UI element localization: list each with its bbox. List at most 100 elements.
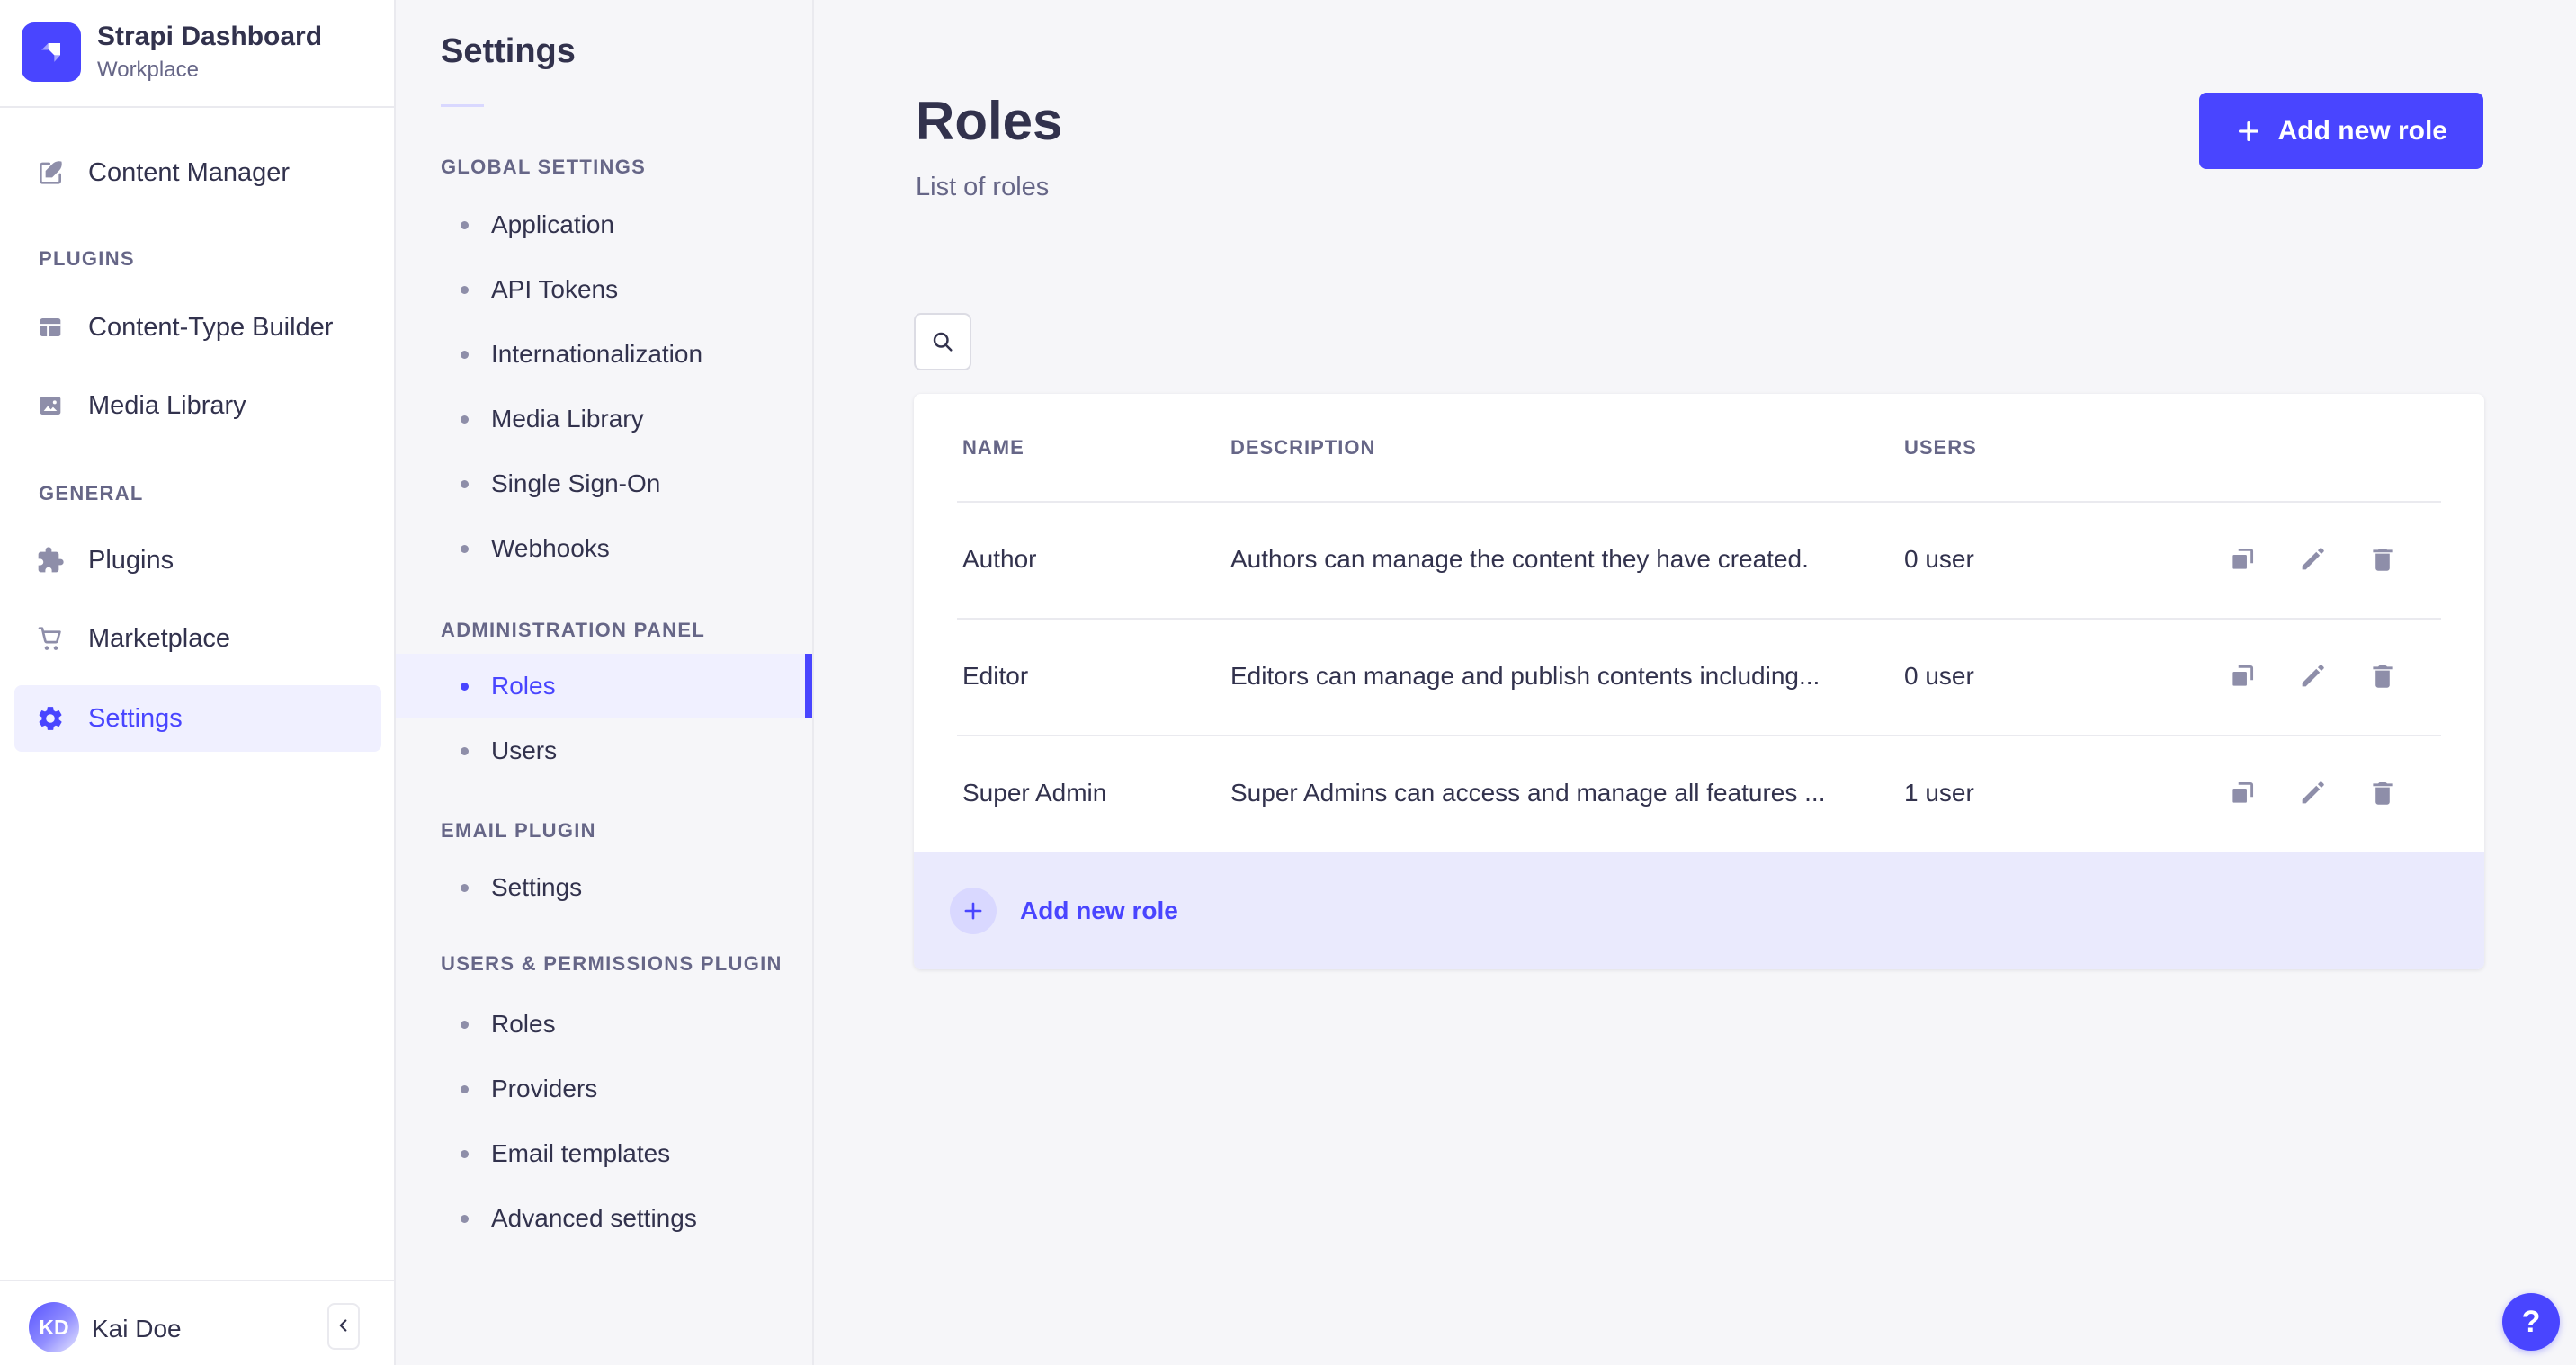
bullet-icon <box>461 1149 469 1158</box>
column-header-users: USERS <box>1904 435 1977 459</box>
table-row-author[interactable]: Author Authors can manage the content th… <box>914 501 2484 618</box>
pencil-icon <box>2297 661 2328 691</box>
search-button[interactable] <box>914 313 971 370</box>
gear-icon <box>36 704 65 733</box>
plus-icon <box>2235 118 2262 145</box>
main-content: Roles List of roles Add new role NAME DE… <box>814 0 2576 1365</box>
subnav-section-email-plugin: EMAIL PLUGIN <box>441 819 596 842</box>
bullet-icon <box>461 479 469 488</box>
table-header-row: NAME DESCRIPTION USERS <box>914 394 2484 501</box>
sidebar-item-label: Content Manager <box>88 157 291 187</box>
add-new-role-button[interactable]: Add new role <box>2198 93 2483 169</box>
table-row-editor[interactable]: Editor Editors can manage and publish co… <box>914 618 2484 735</box>
subnav-item-single-sign-on[interactable]: Single Sign-On <box>396 451 812 516</box>
bullet-icon <box>461 1214 469 1223</box>
delete-role-button[interactable] <box>2366 777 2399 809</box>
subnav-item-users[interactable]: Users <box>396 718 812 783</box>
bullet-icon <box>461 1020 469 1029</box>
subnav-item-email-settings[interactable]: Settings <box>396 855 812 920</box>
edit-role-button[interactable] <box>2296 777 2329 809</box>
sidebar-item-label: Marketplace <box>88 623 230 653</box>
trash-icon <box>2367 544 2398 575</box>
sidebar-section-general: GENERAL <box>39 482 144 504</box>
trash-icon <box>2367 778 2398 808</box>
app-title: Strapi Dashboard <box>97 22 323 51</box>
table-footer-add-new-role[interactable]: Add new role <box>914 852 2484 969</box>
trash-icon <box>2367 661 2398 691</box>
collapse-sidebar-button[interactable] <box>327 1303 360 1350</box>
sidebar-item-content-manager[interactable]: Content Manager <box>14 139 381 206</box>
settings-subnav: Settings GLOBAL SETTINGS Application API… <box>396 0 814 1365</box>
subnav-item-email-templates[interactable]: Email templates <box>396 1121 812 1186</box>
strapi-logo-icon <box>22 22 81 82</box>
bullet-icon <box>461 746 469 755</box>
duplicate-role-button[interactable] <box>2226 777 2258 809</box>
subnav-section-users-permissions: USERS & PERMISSIONS PLUGIN <box>441 952 783 975</box>
bullet-icon <box>461 220 469 229</box>
pencil-icon <box>2297 778 2328 808</box>
subnav-item-advanced-settings[interactable]: Advanced settings <box>396 1186 812 1251</box>
workspace-switcher[interactable]: Strapi Dashboard Workplace <box>22 22 322 83</box>
user-avatar[interactable]: KD <box>29 1302 79 1352</box>
subnav-item-webhooks[interactable]: Webhooks <box>396 516 812 581</box>
duplicate-role-button[interactable] <box>2226 543 2258 575</box>
divider <box>441 104 484 107</box>
pencil-icon <box>2297 544 2328 575</box>
table-row-super-admin[interactable]: Super Admin Super Admins can access and … <box>914 735 2484 852</box>
edit-role-button[interactable] <box>2296 543 2329 575</box>
subnav-section-administration-panel: ADMINISTRATION PANEL <box>441 619 706 641</box>
sidebar-item-label: Media Library <box>88 390 246 420</box>
subnav-item-application[interactable]: Application <box>396 192 812 257</box>
puzzle-icon <box>36 546 65 575</box>
question-mark-icon: ? <box>2521 1304 2541 1339</box>
delete-role-button[interactable] <box>2366 660 2399 692</box>
bullet-icon <box>461 883 469 892</box>
bullet-icon <box>461 350 469 359</box>
subnav-item-providers[interactable]: Providers <box>396 1057 812 1121</box>
workspace-name: Workplace <box>97 58 199 82</box>
divider <box>0 106 394 108</box>
page-title: Roles <box>916 91 1063 151</box>
column-header-description: DESCRIPTION <box>1230 435 1376 459</box>
bullet-icon <box>461 682 469 691</box>
feather-square-icon <box>36 158 65 187</box>
sidebar-item-marketplace[interactable]: Marketplace <box>14 605 381 672</box>
subnav-section-global-settings: GLOBAL SETTINGS <box>441 156 647 178</box>
plus-circle-icon <box>950 887 997 934</box>
copy-icon <box>2227 661 2258 691</box>
copy-icon <box>2227 544 2258 575</box>
subnav-item-roles-admin[interactable]: Roles <box>396 654 812 718</box>
help-button[interactable]: ? <box>2502 1293 2560 1351</box>
sidebar-item-content-type-builder[interactable]: Content-Type Builder <box>14 294 381 361</box>
chevron-left-icon <box>334 1316 353 1338</box>
column-header-name: NAME <box>962 435 1024 459</box>
sidebar-item-media-library[interactable]: Media Library <box>14 372 381 439</box>
delete-role-button[interactable] <box>2366 543 2399 575</box>
image-icon <box>36 391 65 420</box>
bullet-icon <box>461 415 469 424</box>
bullet-icon <box>461 544 469 553</box>
layout-grid-icon <box>36 313 65 342</box>
duplicate-role-button[interactable] <box>2226 660 2258 692</box>
subnav-item-api-tokens[interactable]: API Tokens <box>396 257 812 322</box>
sidebar-item-settings[interactable]: Settings <box>14 685 381 752</box>
copy-icon <box>2227 778 2258 808</box>
edit-role-button[interactable] <box>2296 660 2329 692</box>
bullet-icon <box>461 285 469 294</box>
user-name: Kai Doe <box>92 1315 182 1343</box>
subnav-item-roles-up[interactable]: Roles <box>396 992 812 1057</box>
subnav-item-media-library[interactable]: Media Library <box>396 387 812 451</box>
subnav-item-internationalization[interactable]: Internationalization <box>396 322 812 387</box>
bullet-icon <box>461 1084 469 1093</box>
sidebar-item-label: Settings <box>88 703 183 733</box>
subnav-title: Settings <box>441 32 576 70</box>
cart-icon <box>36 624 65 653</box>
divider <box>0 1280 394 1281</box>
roles-table: NAME DESCRIPTION USERS Author Authors ca… <box>914 394 2484 969</box>
sidebar-section-plugins: PLUGINS <box>39 247 135 270</box>
sidebar-item-label: Plugins <box>88 545 174 575</box>
sidebar-item-plugins[interactable]: Plugins <box>14 527 381 593</box>
page-subtitle: List of roles <box>916 173 1050 201</box>
app-sidebar: Strapi Dashboard Workplace Content Manag… <box>0 0 396 1365</box>
sidebar-item-label: Content-Type Builder <box>88 312 334 342</box>
